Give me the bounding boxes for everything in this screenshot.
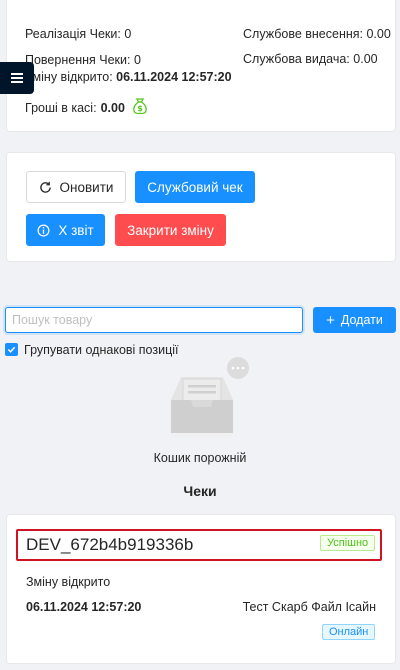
receipt-event: Зміну відкрито: [26, 575, 110, 589]
receipt-cashier-label: Тест Скарб Файл Ісайн: [242, 600, 376, 614]
money-bag-icon: $: [132, 97, 148, 118]
refresh-button[interactable]: Оновити: [26, 171, 126, 203]
receipt-id-label: DEV_672b4b919336b: [26, 535, 194, 554]
receipt-card[interactable]: DEV_672b4b919336b Успішно Зміну відкрито…: [6, 514, 396, 664]
cash-in-register: Гроші в касі: 0.00 $: [25, 97, 148, 118]
receipts-title-label: Чеки: [183, 483, 217, 499]
empty-cart-illustration: [165, 355, 255, 440]
group-items-checkbox[interactable]: [5, 343, 18, 356]
returns-count: Повернення Чеки: 0: [25, 53, 141, 67]
refresh-icon: [39, 181, 52, 194]
shift-actions-card: Оновити Службовий чек X звіт Закрити змі…: [6, 152, 396, 262]
shift-opened-label: Зміну відкрито:: [25, 70, 113, 84]
returns-value: 0: [133, 53, 141, 67]
service-check-button[interactable]: Службовий чек: [135, 171, 255, 203]
service-check-label: Службовий чек: [147, 179, 243, 195]
status-badge: Успішно: [320, 535, 376, 551]
refresh-label: Оновити: [59, 179, 114, 195]
check-icon: [7, 346, 16, 353]
service-deposit: Службове внесення: 0.00: [243, 27, 391, 41]
menu-icon: [11, 73, 23, 83]
deposit-label: Службове внесення:: [243, 27, 363, 41]
sales-count: Реалізація Чеки: 0: [25, 27, 131, 41]
shift-opened: Зміну відкрито: 06.11.2024 12:57:20: [25, 70, 232, 84]
empty-cart-label: Кошик порожній: [153, 451, 247, 465]
receipts-title: Чеки: [0, 483, 400, 499]
group-items-text: Групувати однакові позиції: [24, 343, 179, 357]
sales-value: 0: [124, 27, 132, 41]
mode-badge: Онлайн: [322, 624, 376, 640]
sales-label: Реалізація Чеки:: [25, 27, 121, 41]
empty-cart-text: Кошик порожній: [0, 451, 400, 465]
deposit-value: 0.00: [366, 27, 391, 41]
info-circle-icon: [37, 224, 50, 237]
shift-info-card: Реалізація Чеки: 0 Повернення Чеки: 0 Зм…: [6, 0, 396, 132]
withdrawal-value: 0.00: [353, 52, 378, 66]
cash-value: 0.00: [100, 100, 125, 115]
shift-opened-value: 06.11.2024 12:57:20: [116, 70, 232, 84]
product-search-input[interactable]: [5, 307, 303, 333]
close-shift-button[interactable]: Закрити зміну: [115, 214, 226, 246]
cash-label: Гроші в касі:: [25, 100, 97, 115]
receipt-event-label: Зміну відкрито: [26, 575, 111, 589]
svg-text:$: $: [137, 104, 143, 113]
x-report-label: X звіт: [58, 222, 94, 238]
receipt-cashier: Тест Скарб Файл Ісайн: [243, 600, 376, 614]
add-product-label: Додати: [340, 313, 383, 327]
receipt-datetime-label: 06.11.2024 12:57:20: [26, 600, 142, 614]
menu-toggle-button[interactable]: [0, 62, 34, 94]
receipt-datetime: 06.11.2024 12:57:20: [26, 600, 141, 614]
service-withdrawal: Службова видача: 0.00: [243, 52, 378, 66]
close-shift-label: Закрити зміну: [127, 222, 214, 238]
returns-label: Повернення Чеки:: [25, 53, 131, 67]
group-items-label[interactable]: Групувати однакові позиції: [24, 343, 179, 357]
plus-icon: +: [326, 311, 335, 329]
withdrawal-label: Службова видача:: [243, 52, 350, 66]
receipt-id[interactable]: DEV_672b4b919336b: [26, 535, 193, 555]
add-product-button[interactable]: + Додати: [313, 307, 396, 333]
x-report-button[interactable]: X звіт: [26, 214, 105, 246]
